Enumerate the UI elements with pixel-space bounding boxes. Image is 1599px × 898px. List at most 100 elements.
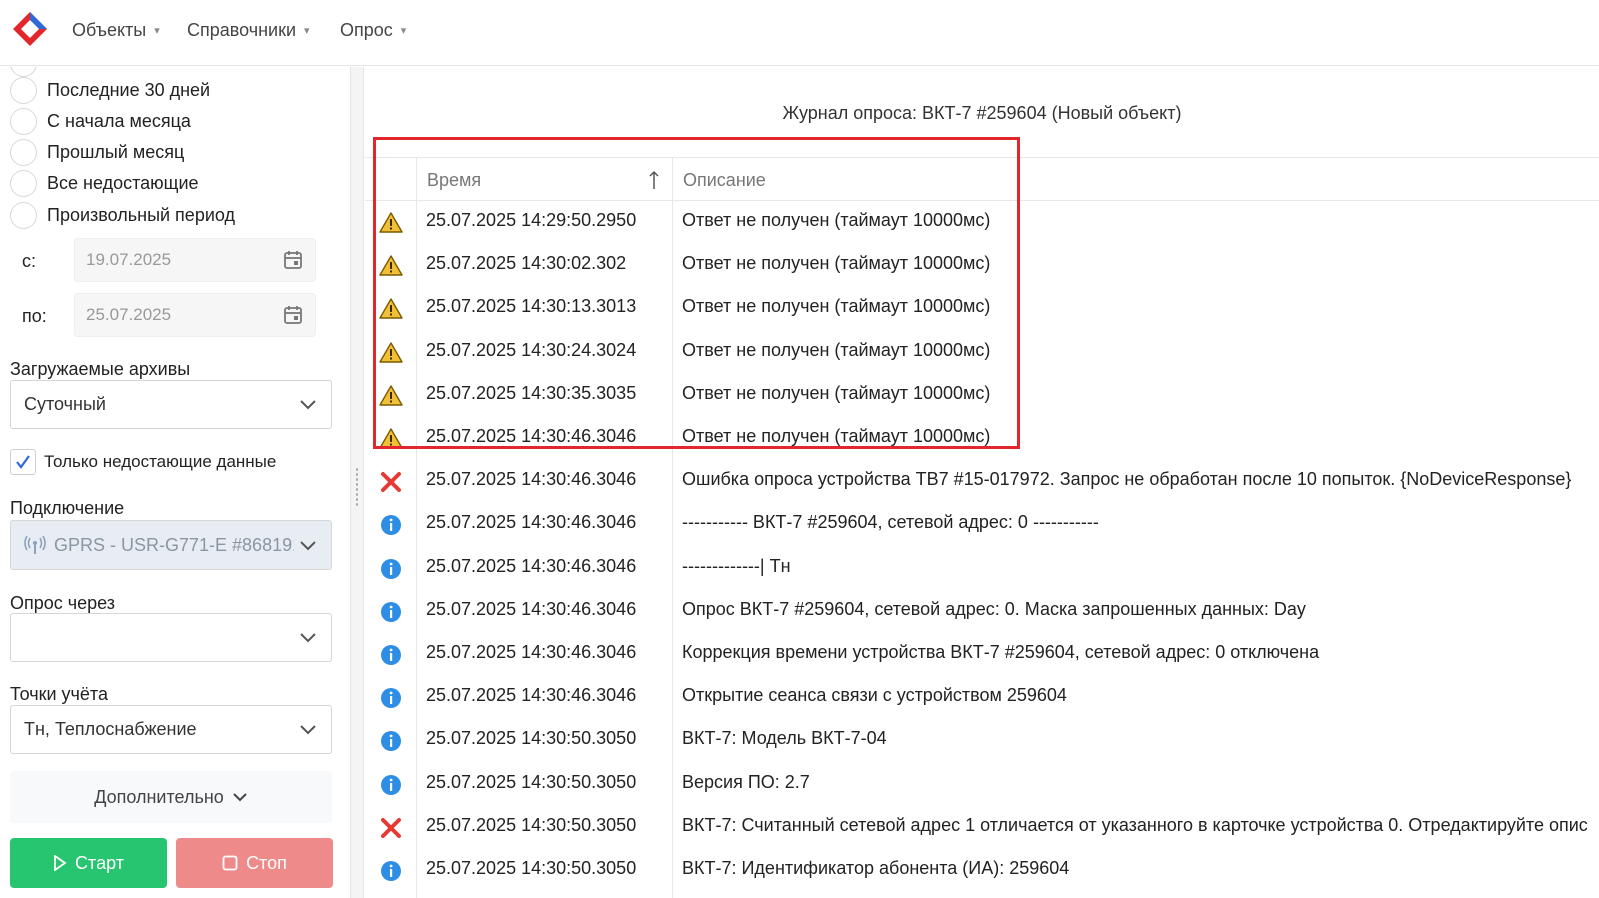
- menu-poll-label: Опрос: [340, 20, 393, 40]
- period-label: С начала месяца: [47, 110, 191, 131]
- cell-time: 25.07.2025 14:30:46.3046: [426, 469, 637, 490]
- error-icon: [379, 470, 403, 494]
- cell-time: 25.07.2025 14:30:50.3050: [426, 858, 637, 878]
- info-icon: [379, 513, 403, 537]
- column-header-description[interactable]: Описание: [672, 158, 1599, 202]
- connection-select[interactable]: GPRS - USR-G771-E #868191(: [10, 520, 332, 570]
- cell-description: Открытие сеанса связи с устройством 2596…: [682, 685, 1067, 706]
- table-row[interactable]: 25.07.2025 14:30:13.3013 Ответ не получен…: [365, 290, 1599, 333]
- cell-description: ВКТ-7: Модель ВКТ-7-04: [682, 728, 887, 749]
- period-label: Произвольный период: [47, 204, 235, 225]
- start-label: Старт: [75, 852, 124, 873]
- table-row[interactable]: 25.07.2025 14:30:35.3035 Ответ не получен…: [365, 377, 1599, 420]
- warning-icon: [379, 427, 403, 451]
- cell-description: Ответ не получен (таймаут 10000мс): [682, 210, 991, 230]
- period-radio-last-30[interactable]: Последние 30 дней: [10, 76, 210, 104]
- cell-time: 25.07.2025 14:30:02.302: [426, 253, 627, 274]
- journal-panel: Журнал опроса: ВКТ-7 #259604 (Новый объе…: [365, 67, 1599, 898]
- calendar-icon[interactable]: [283, 305, 303, 325]
- radio-button[interactable]: [10, 169, 37, 197]
- table-row[interactable]: 25.07.2025 14:30:46.3046 Опрос ВКТ-7 #259…: [365, 593, 1599, 636]
- period-radio-custom[interactable]: Произвольный период: [10, 201, 235, 229]
- period-radio-all-missing[interactable]: Все недостающие: [10, 169, 199, 197]
- cell-time: 25.07.2025 14:29:50.2950: [426, 210, 637, 230]
- info-icon: [379, 686, 403, 710]
- info-icon: [379, 859, 403, 883]
- archives-label: Загружаемые архивы: [10, 359, 191, 379]
- more-options-label: Дополнительно: [94, 786, 224, 807]
- sort-ascending-icon[interactable]: [648, 170, 660, 190]
- sidebar: Последние 30 дней С начала месяца Прошлы…: [0, 67, 350, 898]
- date-from-label: с:: [22, 251, 37, 271]
- poll-via-select[interactable]: [10, 613, 332, 662]
- info-icon: [379, 600, 403, 624]
- period-radio-month-start[interactable]: С начала месяца: [10, 107, 191, 135]
- cell-description: Версия ПО: 2.7: [682, 771, 810, 792]
- table-row[interactable]: 25.07.2025 14:30:50.3050 Версия ПО: 2.7: [365, 766, 1599, 809]
- table-row[interactable]: 25.07.2025 14:30:46.3046 Ответ не получен…: [365, 420, 1599, 463]
- info-icon: [379, 729, 403, 753]
- more-options-button[interactable]: Дополнительно: [10, 771, 332, 823]
- points-select[interactable]: Тн, Теплоснабжение: [10, 705, 332, 754]
- table-row[interactable]: 25.07.2025 14:30:02.302 Ответ не получен …: [365, 247, 1599, 290]
- date-from-value: 19.07.2025: [86, 250, 172, 269]
- chevron-down-icon: [300, 541, 316, 551]
- cell-description: -------------| Тн: [682, 555, 791, 576]
- column-header-icon: [365, 158, 416, 202]
- chevron-down-icon: ▾: [304, 25, 310, 37]
- menu-references[interactable]: Справочники ▾: [187, 20, 310, 41]
- panel-splitter[interactable]: [350, 67, 364, 898]
- chevron-down-icon: [300, 725, 316, 735]
- radio-button[interactable]: [10, 138, 37, 166]
- cell-description: Ответ не получен (таймаут 10000мс): [682, 382, 991, 403]
- table-header: Время Описание: [365, 157, 1599, 202]
- chevron-down-icon: [300, 400, 316, 410]
- table-row[interactable]: 25.07.2025 14:30:46.3046 Открытие сеанса …: [365, 679, 1599, 722]
- table-row[interactable]: 25.07.2025 14:29:50.2950 Ответ не получен…: [365, 204, 1599, 247]
- warning-icon: [379, 341, 403, 365]
- cell-time: 25.07.2025 14:30:46.3046: [426, 555, 637, 576]
- table-row[interactable]: 25.07.2025 14:30:50.3050 ВКТ-7: Модель ВК…: [365, 722, 1599, 765]
- period-label: Последние 30 дней: [47, 79, 211, 100]
- menu-objects-label: Объекты: [72, 20, 147, 40]
- cell-description: Коррекция времени устройства ВКТ-7 #2596…: [682, 642, 1320, 662]
- cell-description: Опрос ВКТ-7 #259604, сетевой адрес: 0. М…: [682, 598, 1306, 619]
- cell-time: 25.07.2025 14:30:46.3046: [426, 512, 637, 533]
- radio-button[interactable]: [10, 76, 37, 104]
- table-row[interactable]: 25.07.2025 14:30:46.3046 Коррекция времен…: [365, 636, 1599, 679]
- menu-poll[interactable]: Опрос ▾: [340, 20, 406, 41]
- table-row[interactable]: 25.07.2025 14:30:46.3046 -------------| Т…: [365, 550, 1599, 593]
- antenna-icon: [24, 535, 46, 554]
- start-button[interactable]: Старт: [10, 838, 167, 888]
- date-from-input[interactable]: 19.07.2025: [74, 238, 316, 282]
- table-row[interactable]: 25.07.2025 14:30:50.3050 ВКТ-7: Идентифик…: [365, 852, 1599, 895]
- stop-button[interactable]: Стоп: [176, 838, 333, 888]
- column-header-time[interactable]: Время: [416, 158, 672, 202]
- radio-button[interactable]: [10, 107, 37, 135]
- error-icon: [379, 816, 403, 840]
- menu-objects[interactable]: Объекты ▾: [72, 20, 160, 41]
- table-row[interactable]: 25.07.2025 14:30:24.3024 Ответ не получен…: [365, 334, 1599, 377]
- period-radio-last-month[interactable]: Прошлый месяц: [10, 138, 184, 166]
- journal-title: Журнал опроса: ВКТ-7 #259604 (Новый объе…: [782, 103, 1182, 123]
- cell-time: 25.07.2025 14:30:46.3046: [426, 642, 637, 662]
- archives-value: Суточный: [24, 394, 106, 414]
- date-to-value: 25.07.2025: [86, 305, 172, 324]
- cell-description: ----------- ВКТ-7 #259604, сетевой адрес…: [682, 512, 1099, 533]
- table-row[interactable]: 25.07.2025 14:30:46.3046 ----------- ВКТ-…: [365, 506, 1599, 549]
- period-label: Прошлый месяц: [47, 141, 185, 162]
- app-logo-icon[interactable]: [12, 11, 48, 47]
- cell-description: Ответ не получен (таймаут 10000мс): [682, 339, 991, 360]
- cell-time: 25.07.2025 14:30:24.3024: [426, 339, 637, 360]
- radio-button[interactable]: [10, 201, 37, 229]
- table-row[interactable]: 25.07.2025 14:30:46.3046 Ошибка опроса ус…: [365, 463, 1599, 506]
- only-missing-checkbox-row[interactable]: Только недостающие данные: [10, 449, 276, 475]
- cell-time: 25.07.2025 14:30:50.3050: [426, 728, 637, 749]
- date-to-input[interactable]: 25.07.2025: [74, 293, 316, 337]
- archives-select[interactable]: Суточный: [10, 380, 332, 429]
- calendar-icon[interactable]: [283, 250, 303, 270]
- only-missing-checkbox[interactable]: [10, 449, 36, 475]
- table-row[interactable]: 25.07.2025 14:30:50.3050 ВКТ-7: Считанный…: [365, 809, 1599, 852]
- drag-handle-icon[interactable]: [355, 467, 359, 507]
- cell-time: 25.07.2025 14:30:50.3050: [426, 771, 637, 792]
